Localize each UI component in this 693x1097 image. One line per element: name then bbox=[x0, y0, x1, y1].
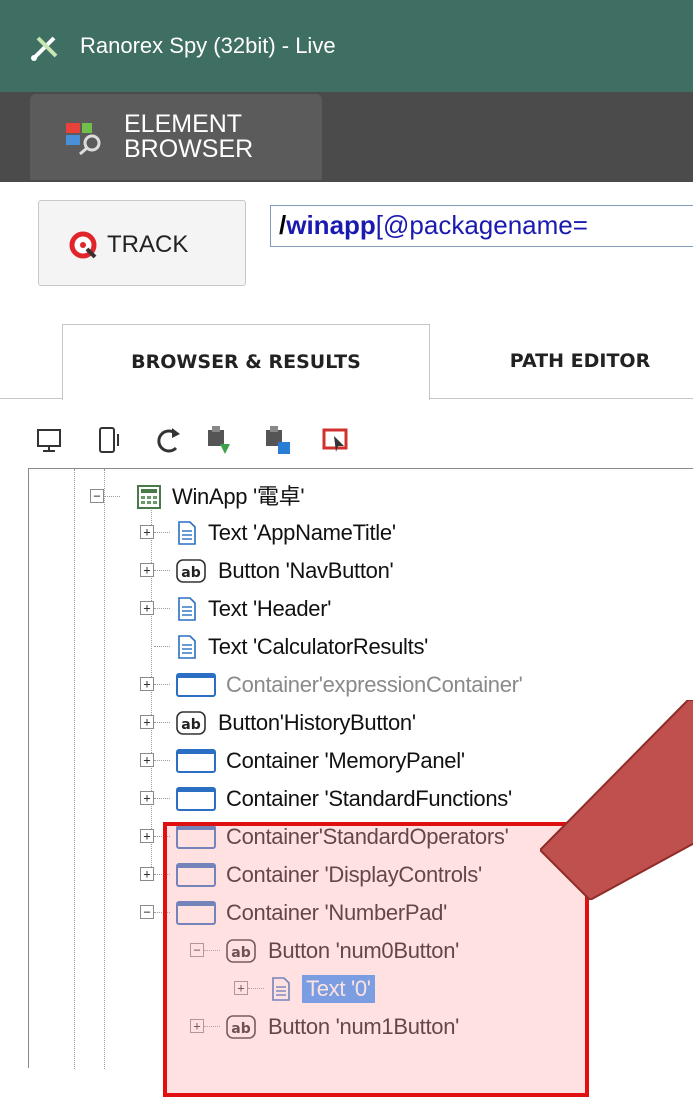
button-ab-icon: ab bbox=[176, 710, 206, 740]
calculator-app-icon bbox=[137, 485, 161, 509]
collapse-toggle[interactable]: − bbox=[140, 905, 154, 919]
element-browser-tab[interactable]: ELEMENT BROWSER bbox=[30, 94, 322, 180]
tree-node-label: WinApp '電卓' bbox=[172, 484, 305, 509]
rxpath-input[interactable]: /winapp[@packagename= bbox=[270, 205, 693, 247]
callout-arrow bbox=[540, 700, 693, 900]
text-icon bbox=[176, 520, 198, 550]
tree-connector bbox=[154, 532, 170, 533]
container-icon bbox=[176, 672, 216, 702]
track-label: TRACK bbox=[107, 231, 189, 258]
tree-connector bbox=[154, 570, 170, 571]
tree-connector bbox=[154, 646, 170, 647]
tree-node-label: Container'expressionContainer' bbox=[226, 672, 523, 697]
svg-text:ab: ab bbox=[181, 717, 200, 733]
button-ab-icon: ab bbox=[176, 558, 206, 588]
save-snapshot-icon[interactable] bbox=[262, 424, 294, 458]
ribbon: ELEMENT BROWSER bbox=[0, 92, 693, 182]
expand-toggle[interactable]: + bbox=[140, 753, 154, 767]
track-button[interactable]: TRACK bbox=[38, 200, 246, 286]
svg-text:ab: ab bbox=[181, 565, 200, 581]
tree-guide-outer bbox=[74, 469, 75, 1069]
refresh-icon[interactable] bbox=[152, 424, 184, 458]
mobile-device-icon[interactable] bbox=[94, 424, 126, 458]
path-attribute: [@packagename= bbox=[375, 210, 588, 240]
tree-connector bbox=[154, 722, 170, 723]
tree-node-label: Text 'CalculatorResults' bbox=[208, 634, 429, 659]
expand-toggle[interactable]: + bbox=[140, 829, 154, 843]
expand-toggle[interactable]: + bbox=[140, 867, 154, 881]
tree-guide-inner bbox=[104, 469, 105, 1069]
tree-node-label: Container 'StandardFunctions' bbox=[226, 786, 512, 811]
tree-node-label: Button'HistoryButton' bbox=[218, 710, 416, 735]
element-browser-label: ELEMENT BROWSER bbox=[124, 110, 254, 163]
expand-toggle[interactable]: + bbox=[140, 601, 154, 615]
tab-browser-results[interactable]: BROWSER & RESULTS bbox=[62, 324, 430, 400]
tree-node-label: Text 'AppNameTitle' bbox=[208, 520, 396, 545]
tree-connector bbox=[154, 798, 170, 799]
container-icon bbox=[176, 786, 216, 816]
text-icon bbox=[176, 596, 198, 626]
expand-toggle[interactable]: + bbox=[140, 677, 154, 691]
highlight-element-icon[interactable] bbox=[320, 424, 352, 458]
ranorex-spy-icon bbox=[31, 36, 58, 61]
tree-connector bbox=[104, 496, 120, 497]
tab-path-editor[interactable]: PATH EDITOR bbox=[470, 324, 690, 398]
element-browser-icon bbox=[66, 123, 101, 155]
tree-node-label: Container 'MemoryPanel' bbox=[226, 748, 465, 773]
collapse-toggle[interactable]: − bbox=[90, 489, 104, 503]
expand-toggle[interactable]: + bbox=[140, 563, 154, 577]
window-title: Ranorex Spy (32bit) - Live bbox=[80, 33, 336, 58]
monitor-icon[interactable] bbox=[34, 424, 66, 458]
numberpad-highlight-box bbox=[163, 822, 589, 1097]
export-snapshot-icon[interactable] bbox=[204, 424, 236, 458]
tree-connector bbox=[154, 608, 170, 609]
expand-toggle[interactable]: + bbox=[140, 525, 154, 539]
tree-node-label: Button 'NavButton' bbox=[218, 558, 394, 583]
text-icon bbox=[176, 634, 198, 664]
container-icon bbox=[176, 748, 216, 778]
tree-connector bbox=[154, 684, 170, 685]
expand-toggle[interactable]: + bbox=[140, 715, 154, 729]
tree-connector bbox=[154, 760, 170, 761]
tree-node-label: Text 'Header' bbox=[208, 596, 332, 621]
track-target-icon bbox=[69, 231, 97, 259]
title-bar: Ranorex Spy (32bit) - Live bbox=[0, 0, 693, 92]
expand-toggle[interactable]: + bbox=[140, 791, 154, 805]
path-node: winapp bbox=[286, 210, 376, 240]
